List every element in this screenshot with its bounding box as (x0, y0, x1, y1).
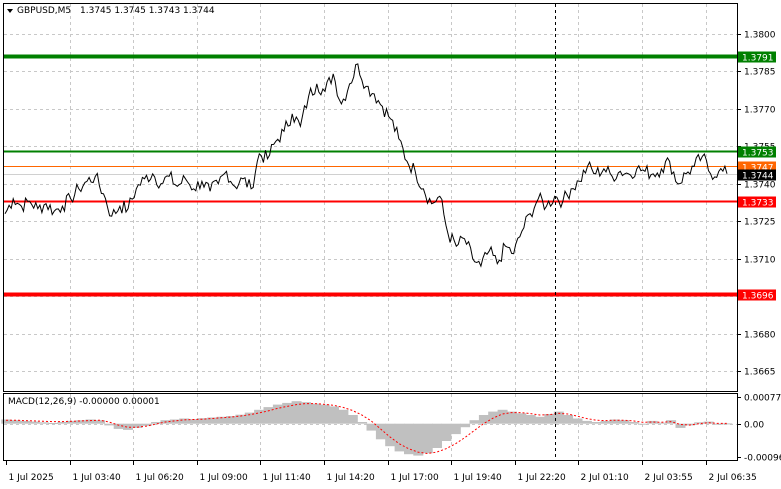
price-tick-label: 1.3800 (744, 31, 776, 41)
time-tick-label: 1 Jul 14:20 (327, 473, 376, 483)
level-label: 1.3696 (742, 292, 774, 302)
macd-histogram-bar (469, 420, 480, 424)
level-label: 1.3791 (742, 54, 774, 64)
time-tick-label: 1 Jul 17:00 (391, 473, 440, 483)
macd-histogram-bar (254, 409, 265, 424)
macd-histogram-bar (535, 416, 545, 424)
chart-menu-arrow-icon[interactable] (7, 9, 13, 13)
macd-histogram-bar (57, 422, 68, 424)
macd-histogram-bar (104, 423, 115, 426)
macd-histogram-bar (619, 420, 630, 424)
price-tick-label: 1.3785 (744, 68, 776, 78)
macd-histogram-bar (441, 423, 452, 441)
time-tick-label: 2 Jul 06:35 (709, 473, 757, 483)
macd-histogram-bar (591, 422, 602, 424)
macd-histogram-bar (497, 409, 508, 424)
macd-title: MACD(12,26,9) -0.00000 0.00001 (8, 397, 160, 407)
macd-histogram-bar (516, 413, 527, 424)
macd-histogram-bar (301, 402, 311, 424)
macd-histogram-bar (675, 423, 686, 428)
price-tick-label: 1.3665 (744, 368, 776, 378)
price-tick-label: 1.3725 (744, 218, 776, 228)
time-tick-label: 1 Jul 19:40 (454, 473, 503, 483)
price-pane-border (3, 3, 738, 392)
macd-histogram-bar (76, 420, 87, 424)
level-label: 1.3753 (742, 149, 774, 159)
macd-histogram-bar (722, 423, 733, 425)
ohlc-quote: 1.3745 1.3745 1.3743 1.3744 (80, 6, 215, 16)
macd-histogram-bar (179, 418, 190, 424)
macd-histogram-bar (29, 421, 40, 424)
macd-histogram-bar (525, 415, 536, 424)
macd-histogram-bar (310, 403, 321, 424)
macd-histogram-bar (338, 409, 349, 424)
time-tick-label: 1 Jul 09:00 (200, 473, 249, 483)
level-lines[interactable] (4, 54, 737, 297)
price-grid (4, 4, 737, 391)
price-tick-label: 1.3710 (744, 256, 776, 266)
macd-histogram-bar (432, 423, 442, 448)
time-tick-label: 1 Jul 11:40 (263, 473, 312, 483)
macd-histogram-bar (319, 404, 330, 424)
macd-histogram-bar (20, 420, 30, 424)
macd-histogram-bar (123, 423, 133, 430)
macd-histogram-bar (38, 422, 49, 424)
macd-histogram-bar (394, 423, 405, 452)
macd-tick-label: 0.00077 (744, 394, 781, 404)
chart-canvas[interactable]: 1.38001.37851.37701.37551.37401.37251.37… (0, 0, 781, 489)
macd-series (1, 401, 733, 456)
macd-histogram-bar (357, 422, 368, 424)
macd-histogram-bar (404, 423, 414, 455)
time-tick-label: 1 Jul 06:20 (136, 473, 185, 483)
macd-histogram-bar (572, 418, 583, 424)
macd-histogram-bar (581, 420, 592, 424)
macd-histogram-bar (48, 423, 59, 424)
macd-histogram-bar (656, 422, 667, 424)
macd-histogram-bar (478, 415, 489, 424)
macd-histogram-bar (347, 415, 358, 424)
time-x-axis: 1 Jul 2025 1 Jul 03:40 1 Jul 06:20 1 Jul 09… (6, 460, 757, 483)
macd-histogram-bar (563, 415, 574, 424)
symbol-label: GBPUSD,M5 (17, 6, 71, 16)
time-tick-label: 1 Jul 22:20 (518, 473, 567, 483)
price-tick-label: 1.3680 (744, 331, 776, 341)
time-tick-label: 1 Jul 2025 (9, 473, 54, 483)
macd-histogram-bar (647, 420, 658, 424)
macd-histogram-bar (544, 414, 555, 424)
price-tick-label: 1.3740 (744, 181, 776, 191)
macd-histogram-bar (272, 404, 283, 424)
level-label: 1.3744 (742, 172, 774, 182)
macd-tick-label: 0.00 (744, 421, 764, 431)
time-tick-label: 1 Jul 03:40 (73, 473, 122, 483)
macd-y-axis: 0.00077 0.00 -0.00096 (737, 394, 781, 464)
time-tick-label: 2 Jul 01:10 (581, 473, 630, 483)
macd-tick-label: -0.00096 (744, 454, 781, 464)
macd-histogram-bar (375, 423, 386, 440)
macd-histogram-bar (628, 422, 639, 424)
macd-histogram-bar (329, 406, 339, 424)
macd-histogram-bar (460, 423, 471, 428)
level-label: 1.3733 (742, 199, 774, 209)
price-line (4, 63, 728, 268)
macd-histogram-bar (198, 418, 208, 424)
macd-histogram-bar (422, 423, 433, 454)
price-tick-label: 1.3770 (744, 106, 776, 116)
macd-histogram-bar (638, 423, 648, 425)
macd-histogram-bar (151, 422, 162, 424)
macd-histogram-bar (600, 420, 611, 424)
time-tick-label: 2 Jul 03:55 (645, 473, 693, 483)
macd-histogram-bar (450, 423, 461, 435)
macd-histogram-bar (385, 423, 396, 447)
price-series (4, 63, 728, 268)
macd-histogram-bar (226, 416, 236, 424)
